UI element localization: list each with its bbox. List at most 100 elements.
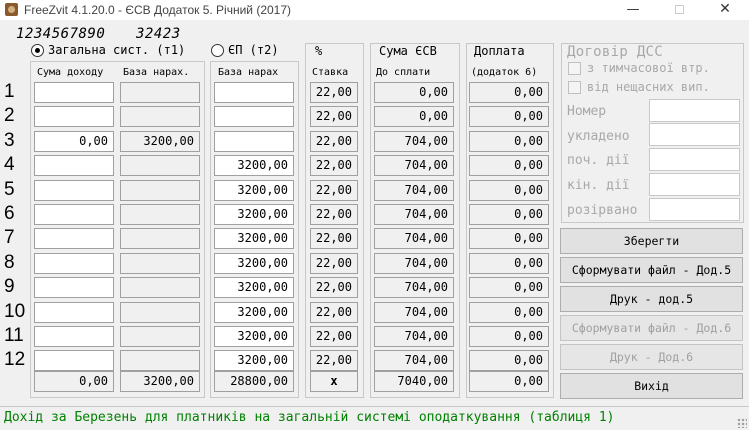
base-cell (120, 180, 200, 201)
dss-title: Договір ДСС (567, 44, 664, 60)
checkbox-temp-disability[interactable]: з тимчасової втр. (568, 61, 710, 75)
radio-dot (211, 43, 224, 57)
esv-cell: 704,00 (374, 302, 454, 323)
rate-cell: 22,00 (310, 302, 358, 323)
minimize-button[interactable]: — (610, 0, 656, 20)
ep-base-cell[interactable]: 3200,00 (214, 253, 294, 274)
ep-base-cell[interactable]: 3200,00 (214, 180, 294, 201)
radio-general-label: Загальна сист. (т1) (48, 43, 186, 57)
surcharge-cell: 0,00 (469, 155, 549, 176)
row-number: 8 (4, 252, 15, 273)
radio-general-system[interactable]: Загальна сист. (т1) (31, 43, 185, 57)
ep-base-cell[interactable]: 3200,00 (214, 228, 294, 249)
checkbox-box (568, 61, 581, 75)
rate-cell: 22,00 (310, 155, 358, 176)
row-number: 2 (4, 105, 15, 126)
base-cell (120, 326, 200, 347)
surcharge-cell: 0,00 (469, 82, 549, 103)
base-cell (120, 155, 200, 176)
rate-cell: 22,00 (310, 326, 358, 347)
total-rate: x (310, 371, 358, 392)
rate-cell: 22,00 (310, 204, 358, 225)
total-base: 3200,00 (120, 371, 200, 392)
income-cell[interactable] (34, 228, 114, 249)
dss-concluded-input[interactable] (649, 123, 740, 146)
rate-cell: 22,00 (310, 228, 358, 249)
base-cell (120, 277, 200, 298)
income-cell[interactable] (34, 180, 114, 201)
income-cell[interactable]: 0,00 (34, 131, 114, 152)
esv-cell: 704,00 (374, 180, 454, 201)
print-5-button[interactable]: Друк - дод.5 (560, 286, 743, 312)
maximize-button[interactable] (656, 0, 702, 20)
dss-start-input[interactable] (649, 148, 740, 171)
surcharge-cell: 0,00 (469, 326, 549, 347)
col-esv-sum: Сума ЄСВ (379, 44, 437, 58)
app-icon (5, 3, 18, 16)
ep-base-cell[interactable]: 3200,00 (214, 302, 294, 323)
income-cell[interactable] (34, 326, 114, 347)
base-cell (120, 302, 200, 323)
base-cell (120, 350, 200, 371)
col-rate: Ставка (312, 67, 349, 78)
surcharge-cell: 0,00 (469, 350, 549, 371)
col-ep-base: База нарах (218, 67, 279, 78)
tax-code: 1234567890 (16, 26, 106, 42)
income-cell[interactable] (34, 82, 114, 103)
income-cell[interactable] (34, 302, 114, 323)
close-button[interactable]: ✕ (702, 0, 748, 20)
esv-cell: 0,00 (374, 82, 454, 103)
checkbox-accident[interactable]: від нещасних вип. (568, 80, 710, 94)
ep-base-cell[interactable] (214, 131, 294, 152)
base-cell (120, 82, 200, 103)
rate-cell: 22,00 (310, 180, 358, 201)
income-cell[interactable] (34, 106, 114, 127)
dss-end-input[interactable] (649, 173, 740, 196)
status-bar: Дохід за Березень для платників на загал… (0, 406, 749, 430)
ep-base-cell[interactable] (214, 82, 294, 103)
dss-terminated-label: розірвано (567, 203, 638, 218)
ep-base-cell[interactable]: 3200,00 (214, 326, 294, 347)
col-surcharge: Доплата (474, 44, 525, 58)
income-cell[interactable] (34, 155, 114, 176)
title-bar: FreeZvit 4.1.20.0 - ЄСВ Додаток 5. Річни… (0, 0, 749, 20)
dss-number-input[interactable] (649, 99, 740, 122)
resize-grip-icon[interactable] (737, 418, 747, 428)
surcharge-cell: 0,00 (469, 277, 549, 298)
checkbox-accident-label: від нещасних вип. (587, 80, 710, 94)
esv-cell: 704,00 (374, 204, 454, 225)
income-cell[interactable] (34, 253, 114, 274)
surcharge-cell: 0,00 (469, 106, 549, 127)
total-surcharge: 0,00 (469, 371, 549, 392)
ep-base-cell[interactable]: 3200,00 (214, 204, 294, 225)
total-income: 0,00 (34, 371, 114, 392)
maximize-icon (674, 5, 684, 14)
status-text: Дохід за Березень для платників на загал… (4, 410, 615, 425)
make-file-5-button[interactable]: Сформувати файл - Дод.5 (560, 257, 743, 283)
radio-ep[interactable]: ЄП (т2) (211, 43, 279, 57)
income-cell[interactable] (34, 204, 114, 225)
rate-cell: 22,00 (310, 277, 358, 298)
report-number: 32423 (136, 26, 181, 42)
ep-base-cell[interactable]: 3200,00 (214, 350, 294, 371)
esv-cell: 704,00 (374, 155, 454, 176)
exit-button[interactable]: Вихід (560, 373, 743, 399)
surcharge-cell: 0,00 (469, 302, 549, 323)
dss-terminated-input[interactable] (649, 198, 740, 221)
row-number: 11 (4, 325, 24, 346)
income-cell[interactable] (34, 277, 114, 298)
ep-base-cell[interactable] (214, 106, 294, 127)
base-cell (120, 106, 200, 127)
row-number: 6 (4, 203, 15, 224)
esv-cell: 704,00 (374, 131, 454, 152)
income-cell[interactable] (34, 350, 114, 371)
total-ep-base: 28800,00 (214, 371, 294, 392)
ep-base-cell[interactable]: 3200,00 (214, 155, 294, 176)
ep-base-cell[interactable]: 3200,00 (214, 277, 294, 298)
col-base-accrual: База нарах. (123, 67, 190, 78)
col-income-sum: Сума доходу (37, 67, 104, 78)
row-number: 9 (4, 276, 15, 297)
total-esv: 7040,00 (374, 371, 454, 392)
print-6-button: Друк - Дод.6 (560, 344, 743, 370)
save-button[interactable]: Зберегти (560, 228, 743, 254)
